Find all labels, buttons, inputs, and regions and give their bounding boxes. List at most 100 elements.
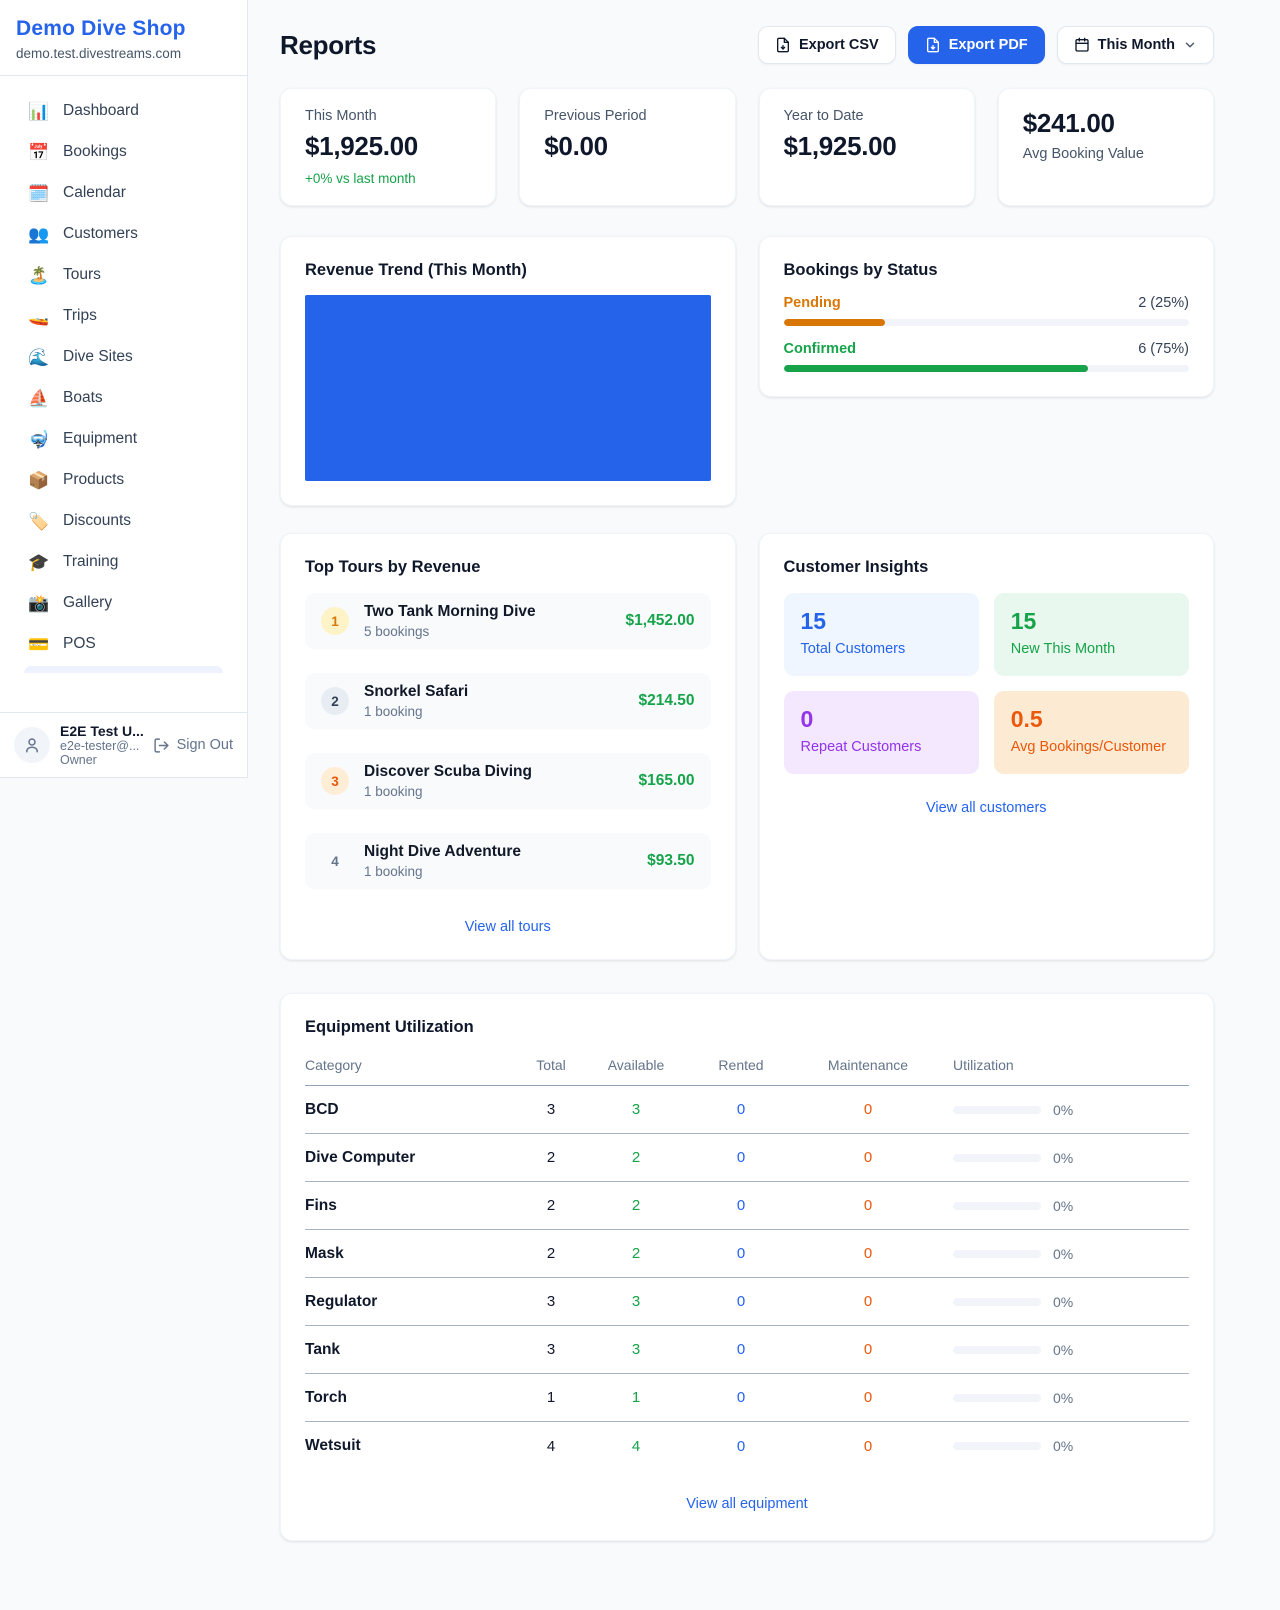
equipment-utilization-title: Equipment Utilization [305,1018,1189,1037]
export-pdf-button[interactable]: Export PDF [908,26,1045,64]
utilization-percent: 0% [1053,1198,1073,1214]
view-all-customers-link[interactable]: View all customers [784,800,1190,816]
equip-maintenance: 0 [796,1149,940,1166]
col-total: Total [516,1057,586,1073]
sidebar-item-label: Customers [63,225,138,243]
status-progress-track [784,319,1190,326]
tour-bookings: 1 booking [364,784,532,799]
stat-label: Year to Date [784,108,950,124]
sidebar-item-label: Dive Sites [63,348,133,366]
equip-category: Fins [305,1197,516,1215]
table-row: Tank 3 3 0 0 0% [305,1326,1189,1374]
insights-row: Top Tours by Revenue 1 Two Tank Morning … [280,533,1214,960]
period-dropdown[interactable]: This Month [1057,26,1214,64]
equip-total: 2 [516,1197,586,1214]
tour-list-item: 2 Snorkel Safari 1 booking $214.50 [305,673,711,729]
sidebar-item-training[interactable]: 🎓 Training [12,543,235,581]
sidebar-item-trips[interactable]: 🚤 Trips [12,297,235,335]
chevron-down-icon [1183,38,1197,52]
equip-available: 4 [586,1438,686,1455]
table-row: Dive Computer 2 2 0 0 0% [305,1134,1189,1182]
sidebar-item-dashboard[interactable]: 📊 Dashboard [12,92,235,130]
sidebar-item-label: Discounts [63,512,131,530]
tour-bookings: 5 bookings [364,624,536,639]
tour-text: Night Dive Adventure 1 booking [364,843,521,879]
sidebar-item-equipment[interactable]: 🤿 Equipment [12,420,235,458]
equip-total: 1 [516,1389,586,1406]
sidebar-item-bookings[interactable]: 📅 Bookings [12,133,235,171]
utilization-bar [953,1298,1041,1306]
training-icon: 🎓 [28,554,48,571]
status-count: 6 (75%) [1138,341,1189,357]
sidebar-item-gallery[interactable]: 📸 Gallery [12,584,235,622]
table-row: Regulator 3 3 0 0 0% [305,1278,1189,1326]
equip-total: 4 [516,1438,586,1455]
equip-utilization: 0% [940,1150,1189,1166]
equip-rented: 0 [686,1389,796,1406]
status-progress-track [784,365,1190,372]
tour-text: Two Tank Morning Dive 5 bookings [364,603,536,639]
utilization-percent: 0% [1053,1246,1073,1262]
sidebar-item-discounts[interactable]: 🏷️ Discounts [12,502,235,540]
sidebar-item-boats[interactable]: ⛵ Boats [12,379,235,417]
sidebar-item-calendar[interactable]: 🗓️ Calendar [12,174,235,212]
view-all-equipment-link[interactable]: View all equipment [305,1496,1189,1512]
sidebar-item-pos[interactable]: 💳 POS [12,625,235,663]
utilization-bar [953,1250,1041,1258]
equip-total: 3 [516,1341,586,1358]
tour-name: Snorkel Safari [364,683,468,701]
equip-utilization: 0% [940,1342,1189,1358]
col-maintenance: Maintenance [796,1057,940,1073]
rank-badge: 3 [321,767,349,795]
equip-utilization: 0% [940,1102,1189,1118]
tile-value: 0 [801,706,962,733]
top-tours-card: Top Tours by Revenue 1 Two Tank Morning … [280,533,736,960]
equip-maintenance: 0 [796,1389,940,1406]
tile-label: Total Customers [801,641,962,657]
sidebar: Demo Dive Shop demo.test.divestreams.com… [0,0,248,778]
equip-maintenance: 0 [796,1341,940,1358]
rank-badge: 4 [321,847,349,875]
view-all-tours-link[interactable]: View all tours [305,919,711,935]
sidebar-item-tours[interactable]: 🏝️ Tours [12,256,235,294]
equip-available: 2 [586,1149,686,1166]
col-category: Category [305,1057,516,1073]
equip-category: Dive Computer [305,1149,516,1167]
stat-card-this-month: This Month $1,925.00 +0% vs last month [280,88,496,206]
user-info: E2E Test U... e2e-tester@... Owner [60,723,143,767]
dive-sites-icon: 🌊 [28,349,48,366]
tile-value: 15 [801,608,962,635]
pos-icon: 💳 [28,636,48,653]
tour-text: Discover Scuba Diving 1 booking [364,763,532,799]
shop-domain: demo.test.divestreams.com [16,46,231,61]
gallery-icon: 📸 [28,595,48,612]
sidebar-item-reports-active-partial[interactable] [24,666,223,673]
equip-maintenance: 0 [796,1197,940,1214]
export-csv-button[interactable]: Export CSV [758,26,896,64]
stat-value: $1,925.00 [784,131,950,162]
equipment-utilization-card: Equipment Utilization Category Total Ava… [280,993,1214,1541]
equip-category: Torch [305,1389,516,1407]
sign-out-button[interactable]: Sign Out [153,737,233,754]
rank-badge: 2 [321,687,349,715]
equip-available: 3 [586,1293,686,1310]
equip-category: BCD [305,1101,516,1119]
tour-name: Discover Scuba Diving [364,763,532,781]
sidebar-item-products[interactable]: 📦 Products [12,461,235,499]
equip-utilization: 0% [940,1198,1189,1214]
equip-category: Mask [305,1245,516,1263]
tile-label: Repeat Customers [801,739,962,755]
sidebar-item-customers[interactable]: 👥 Customers [12,215,235,253]
equip-utilization: 0% [940,1390,1189,1406]
dashboard-icon: 📊 [28,103,48,120]
utilization-bar [953,1202,1041,1210]
sidebar-item-dive-sites[interactable]: 🌊 Dive Sites [12,338,235,376]
stat-card-year-to-date: Year to Date $1,925.00 [759,88,975,206]
equip-rented: 0 [686,1149,796,1166]
equip-utilization: 0% [940,1438,1189,1454]
customer-insights-title: Customer Insights [784,558,1190,577]
col-rented: Rented [686,1057,796,1073]
tile-repeat-customers: 0 Repeat Customers [784,691,979,774]
stat-value: $0.00 [544,131,710,162]
revenue-trend-card: Revenue Trend (This Month) [280,236,736,506]
